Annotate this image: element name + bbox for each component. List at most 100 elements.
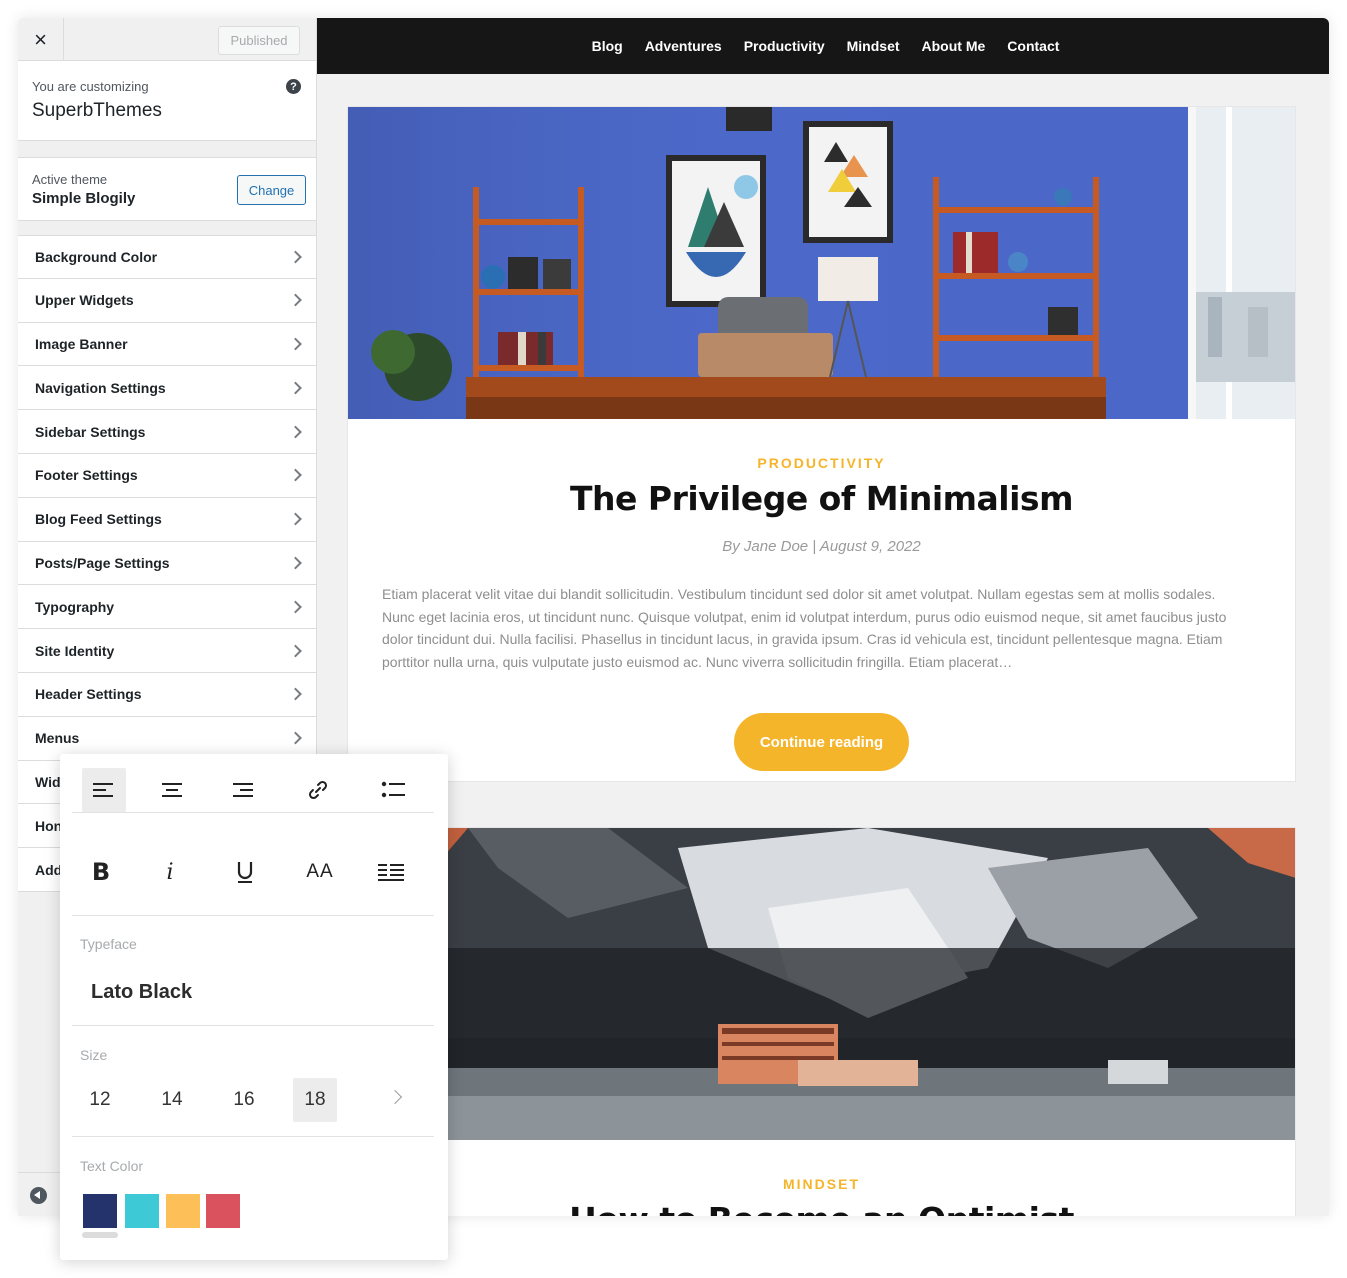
size-option[interactable]: 14: [150, 1078, 194, 1122]
help-icon[interactable]: ?: [286, 79, 301, 94]
chevron-right-icon[interactable]: [387, 1089, 403, 1105]
nav-link[interactable]: About Me: [922, 38, 986, 54]
published-button[interactable]: Published: [218, 26, 300, 55]
sidebar-section-label: Add: [35, 861, 63, 878]
underline-button[interactable]: [223, 850, 267, 894]
align-left-button[interactable]: [82, 768, 126, 812]
link-button[interactable]: [296, 768, 340, 812]
post-meta: By Jane Doe | August 9, 2022: [722, 538, 921, 555]
post-category[interactable]: MINDSET: [348, 1176, 1295, 1192]
align-right-icon: [233, 783, 253, 797]
chevron-right-icon: [289, 600, 302, 614]
top-navigation: Blog Adventures Productivity Mindset About M…: [317, 18, 1329, 74]
sidebar-section-item[interactable]: Typography: [18, 585, 316, 630]
sidebar-section-item[interactable]: Header Settings: [18, 672, 316, 717]
typeface-value[interactable]: Lato Black: [91, 981, 192, 1004]
collapse-icon[interactable]: [30, 1187, 47, 1204]
active-theme-panel: Active theme Simple Blogily Change: [18, 157, 316, 221]
color-swatch-cyan[interactable]: [125, 1194, 159, 1228]
sidebar-section-label: Header Settings: [35, 686, 142, 703]
align-left-icon: [93, 783, 113, 797]
chevron-right-icon: [289, 469, 302, 482]
align-center-button[interactable]: [150, 768, 194, 812]
post-excerpt: Etiam placerat velit vitae dui blandit s…: [382, 586, 1227, 670]
chevron-right-icon: [289, 293, 302, 307]
italic-button[interactable]: i: [148, 850, 192, 894]
sidebar-section-label: Image Banner: [35, 335, 128, 352]
text-color-label: Text Color: [80, 1158, 144, 1174]
sidebar-section-item[interactable]: Site Identity: [18, 629, 316, 673]
sidebar-section-item[interactable]: Sidebar Settings: [18, 410, 316, 454]
post-title[interactable]: How to Become an Optimist: [348, 1200, 1295, 1216]
color-swatch-navy[interactable]: [83, 1194, 117, 1228]
post-title[interactable]: The Privilege of Minimalism: [348, 479, 1295, 518]
align-center-icon: [162, 783, 182, 797]
sidebar-section-label: Posts/Page Settings: [35, 554, 170, 571]
sidebar-section-label: Blog Feed Settings: [35, 511, 162, 528]
divider: [72, 1025, 434, 1026]
sidebar-section-label: Menus: [35, 730, 80, 747]
post-featured-image[interactable]: [348, 828, 1295, 1140]
bold-icon: B: [91, 858, 111, 886]
chevron-right-icon: [289, 644, 302, 657]
sidebar-section-item[interactable]: Upper Widgets: [18, 278, 316, 323]
blog-post-card: PRODUCTIVITY The Privilege of Minimalism…: [347, 106, 1296, 782]
continue-reading-button[interactable]: Continue reading: [734, 713, 909, 771]
text-case-icon: AA: [306, 861, 334, 882]
close-button[interactable]: ×: [18, 18, 64, 61]
sidebar-section-item[interactable]: Posts/Page Settings: [18, 541, 316, 586]
link-icon: [308, 780, 328, 800]
sidebar-section-label: Typography: [35, 598, 115, 615]
close-icon: ×: [34, 26, 47, 52]
align-right-button[interactable]: [221, 768, 265, 812]
sidebar-section-label: Footer Settings: [35, 467, 138, 484]
nav-link[interactable]: Blog: [592, 38, 623, 54]
sidebar-section-label: Hon: [35, 817, 63, 834]
sidebar-section-label: Upper Widgets: [35, 292, 134, 309]
sidebar-section-item[interactable]: Footer Settings: [18, 453, 316, 498]
post-category[interactable]: PRODUCTIVITY: [348, 455, 1295, 471]
customizing-label: You are customizing: [32, 79, 149, 94]
sidebar-section-item[interactable]: Navigation Settings: [18, 366, 316, 411]
sidebar-section-label: Background Color: [35, 248, 158, 265]
chevron-right-icon: [289, 512, 302, 526]
sidebar-section-label: Site Identity: [35, 642, 115, 659]
divider: [72, 1136, 434, 1137]
underline-icon: [237, 862, 253, 883]
sidebar-section-item[interactable]: Blog Feed Settings: [18, 497, 316, 542]
bold-button[interactable]: B: [79, 850, 123, 894]
justify-list-icon: [378, 864, 404, 881]
text-case-button[interactable]: AA: [298, 850, 342, 894]
sidebar-header: × Published: [18, 18, 316, 61]
size-option[interactable]: 12: [78, 1078, 122, 1122]
post-featured-image[interactable]: [348, 107, 1295, 419]
change-theme-button[interactable]: Change: [237, 175, 306, 205]
size-option-selected[interactable]: 18: [293, 1078, 337, 1122]
sidebar-section-label: Sidebar Settings: [35, 423, 146, 440]
bullet-list-button[interactable]: [371, 768, 415, 812]
chevron-right-icon: [289, 381, 302, 395]
chevron-right-icon: [289, 556, 302, 570]
chevron-right-icon: [289, 425, 302, 438]
nav-link[interactable]: Contact: [1007, 38, 1059, 54]
typeface-label: Typeface: [80, 936, 137, 952]
bullet-list-icon: [381, 781, 405, 798]
chevron-right-icon: [289, 731, 302, 745]
office-illustration: [348, 107, 1295, 419]
sidebar-section-item[interactable]: Background Color: [18, 235, 316, 279]
color-swatch-yellow[interactable]: [166, 1194, 200, 1228]
nav-link[interactable]: Adventures: [645, 38, 722, 54]
size-option[interactable]: 16: [222, 1078, 266, 1122]
mountain-photo: [348, 828, 1295, 1140]
nav-link[interactable]: Productivity: [744, 38, 825, 54]
nav-link[interactable]: Mindset: [847, 38, 900, 54]
justify-button[interactable]: [369, 850, 413, 894]
site-name: SuperbThemes: [32, 100, 162, 121]
sidebar-section-item[interactable]: Image Banner: [18, 322, 316, 367]
sidebar-section-label: Navigation Settings: [35, 379, 166, 396]
chevron-right-icon: [289, 250, 302, 264]
sidebar-section-label: Wid: [35, 773, 61, 790]
size-label: Size: [80, 1047, 108, 1063]
color-swatch-red[interactable]: [206, 1194, 240, 1228]
blog-post-card: MINDSET How to Become an Optimist: [347, 827, 1296, 1216]
